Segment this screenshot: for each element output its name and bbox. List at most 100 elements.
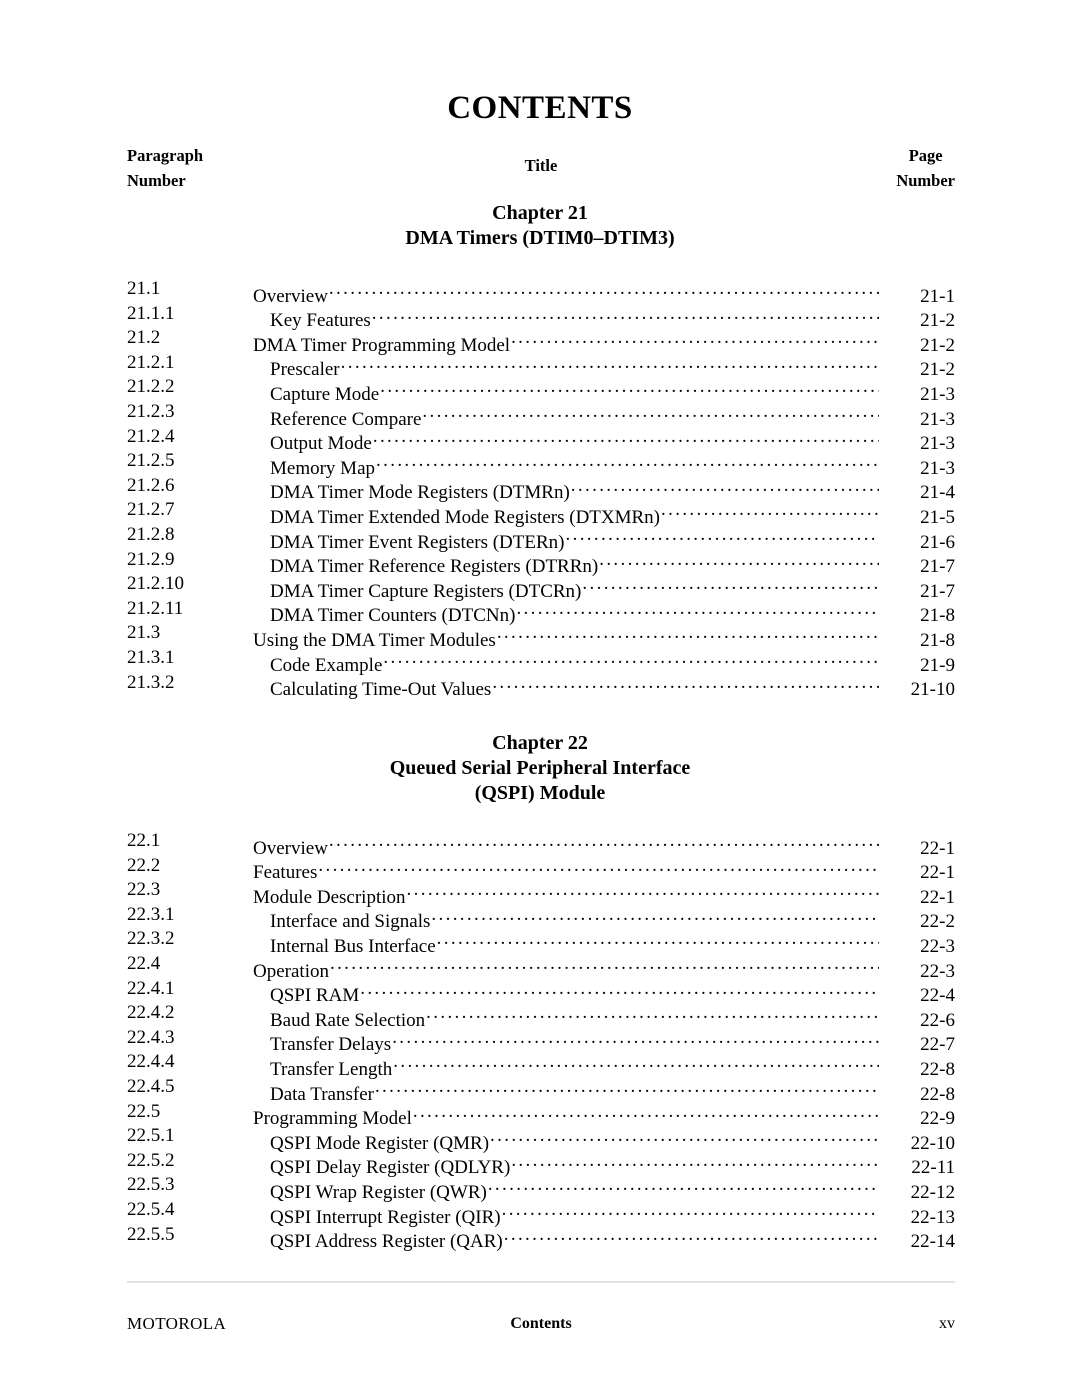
toc-entry-number: 22.3 xyxy=(127,879,161,901)
toc-entry-number: 21.2.5 xyxy=(127,450,175,472)
toc-entry[interactable]: 21.2.5Memory Map21-3 xyxy=(127,449,955,479)
dot-leader xyxy=(383,646,879,671)
toc-entry-page: 21-10 xyxy=(910,679,955,701)
toc-entry[interactable]: 22.5Programming Model22-9 xyxy=(127,1100,955,1130)
toc-entry[interactable]: 21.2.9 DMA Timer Reference Registers (DTR… xyxy=(127,548,955,578)
toc-entry-number: 21.3.2 xyxy=(127,671,175,693)
toc-page: CONTENTS Paragraph Number Title Page Num… xyxy=(0,0,1080,1397)
chapter-title-line: DMA Timers (DTIM0–DTIM3) xyxy=(405,227,675,249)
toc-entry[interactable]: 22.5.2QSPI Delay Register (QDLYR)22-11 xyxy=(127,1149,955,1179)
dot-leader xyxy=(431,903,879,928)
toc-entry-list: 22.1Overview22-122.2Features22-122.3Modu… xyxy=(127,829,955,1253)
footer-page-number: xv xyxy=(939,1315,955,1332)
toc-entry-number: 22.4.2 xyxy=(127,1002,175,1024)
toc-entry[interactable]: 22.5.1QSPI Mode Register (QMR)22-10 xyxy=(127,1124,955,1154)
toc-entry[interactable]: 21.2.10 DMA Timer Capture Registers (DTCR… xyxy=(127,572,955,602)
dot-leader xyxy=(502,1198,879,1223)
toc-entry[interactable]: 22.3Module Description22-1 xyxy=(127,878,955,908)
footer-divider xyxy=(127,1281,955,1283)
toc-entry[interactable]: 21.1Overview21-1 xyxy=(127,277,955,307)
dot-leader xyxy=(511,326,879,351)
footer-section-label: Contents xyxy=(510,1315,572,1332)
toc-entry[interactable]: 22.4.1QSPI RAM22-4 xyxy=(127,977,955,1007)
page-header-line2: Number xyxy=(896,171,955,190)
dot-leader xyxy=(393,1050,879,1075)
toc-entry[interactable]: 22.4.3Transfer Delays22-7 xyxy=(127,1026,955,1056)
dot-leader xyxy=(330,952,879,977)
toc-entry[interactable]: 21.3.1Code Example21-9 xyxy=(127,646,955,676)
toc-entry[interactable]: 21.2.3Reference Compare21-3 xyxy=(127,400,955,430)
toc-entry-number: 22.4.3 xyxy=(127,1026,175,1048)
chapter-number-line: Chapter 22 xyxy=(492,732,588,754)
dot-leader xyxy=(422,400,879,425)
chapter-title-line: Queued Serial Peripheral Interface xyxy=(389,757,691,779)
dot-leader xyxy=(329,829,879,854)
toc-entry[interactable]: 22.5.4QSPI Interrupt Register (QIR)22-13 xyxy=(127,1198,955,1228)
toc-entry[interactable]: 22.4.4Transfer Length22-8 xyxy=(127,1050,955,1080)
toc-entry-number: 21.2.4 xyxy=(127,425,175,447)
page-footer: MOTOROLA Contents xv xyxy=(127,1312,955,1336)
toc-entry-number: 21.2.1 xyxy=(127,351,175,373)
dot-leader xyxy=(318,854,879,879)
chapter-number-line: Chapter 21 xyxy=(492,202,588,224)
toc-entry[interactable]: 21.3.2 Calculating Time-Out Values 21-10 xyxy=(127,671,955,701)
toc-entry[interactable]: 22.5.3QSPI Wrap Register (QWR)22-12 xyxy=(127,1173,955,1203)
toc-entry[interactable]: 21.1.1Key Features21-2 xyxy=(127,302,955,332)
dot-leader xyxy=(372,302,879,327)
toc-entry[interactable]: 21.2.8DMA Timer Event Registers (DTERn)2… xyxy=(127,523,955,553)
dot-leader xyxy=(413,1100,879,1125)
toc-entry-number: 21.2 xyxy=(127,327,161,349)
dot-leader xyxy=(571,474,879,499)
toc-entry-list: 21.1Overview21-121.1.1Key Features21-221… xyxy=(127,277,955,701)
title-column-header: Title xyxy=(524,156,558,175)
dot-leader xyxy=(373,425,879,450)
toc-entry-number: 21.2.3 xyxy=(127,400,175,422)
toc-entry-number: 21.3 xyxy=(127,622,161,644)
toc-entry[interactable]: 21.2.11DMA Timer Counters (DTCNn)21-8 xyxy=(127,597,955,627)
toc-entry[interactable]: 21.2DMA Timer Programming Model21-2 xyxy=(127,326,955,356)
dot-leader xyxy=(599,548,879,573)
toc-entry-number: 22.1 xyxy=(127,830,161,851)
toc-entry[interactable]: 22.3.1Interface and Signals22-2 xyxy=(127,903,955,933)
toc-entry-number: 22.4.4 xyxy=(127,1051,175,1073)
toc-entry-page: 22-14 xyxy=(910,1231,955,1253)
toc-entry-number: 22.4 xyxy=(127,952,161,974)
toc-entry-number: 22.4.1 xyxy=(127,977,175,999)
toc-entry-number: 21.2.9 xyxy=(127,548,175,570)
toc-entry[interactable]: 21.2.7 DMA Timer Extended Mode Registers … xyxy=(127,498,955,528)
toc-entry[interactable]: 22.4Operation22-3 xyxy=(127,952,955,982)
toc-entry[interactable]: 22.5.5 QSPI Address Register (QAR) 22-14 xyxy=(127,1223,955,1253)
toc-entry[interactable]: 22.2Features22-1 xyxy=(127,854,955,884)
toc-entry[interactable]: 21.2.4Output Mode21-3 xyxy=(127,425,955,455)
dot-leader xyxy=(566,523,880,548)
dot-leader xyxy=(360,977,879,1002)
toc-entry[interactable]: 21.3Using the DMA Timer Modules21-8 xyxy=(127,621,955,651)
toc-entry[interactable]: 21.2.2Capture Mode21-3 xyxy=(127,375,955,405)
dot-leader xyxy=(492,671,879,696)
dot-leader xyxy=(488,1173,879,1198)
column-headers: Paragraph Number Title Page Number xyxy=(127,143,955,195)
dot-leader xyxy=(380,375,879,400)
toc-entry-number: 22.5 xyxy=(127,1100,161,1122)
toc-entry[interactable]: 22.1Overview22-1 xyxy=(127,829,955,859)
toc-entry[interactable]: 21.2.1Prescaler21-2 xyxy=(127,351,955,381)
toc-entry-number: 22.2 xyxy=(127,854,161,876)
page-header-line1: Page xyxy=(908,146,943,165)
toc-entry-title: QSPI Address Register (QAR) xyxy=(270,1231,503,1253)
dot-leader xyxy=(516,597,879,622)
toc-entry[interactable]: 22.4.2Baud Rate Selection22-6 xyxy=(127,1001,955,1031)
dot-leader xyxy=(661,498,879,523)
toc-entry-number: 21.2.6 xyxy=(127,474,175,496)
dot-leader xyxy=(490,1124,879,1149)
toc-entry[interactable]: 22.3.2Internal Bus Interface22-3 xyxy=(127,927,955,957)
toc-entry[interactable]: 21.2.6DMA Timer Mode Registers (DTMRn)21… xyxy=(127,474,955,504)
toc-entry-number: 21.2.8 xyxy=(127,523,175,545)
toc-entry-number: 22.5.2 xyxy=(127,1149,175,1171)
toc-entry-number: 22.5.5 xyxy=(127,1223,175,1245)
toc-entry-number: 22.5.1 xyxy=(127,1125,175,1147)
dot-leader xyxy=(497,621,879,646)
toc-entry[interactable]: 22.4.5Data Transfer22-8 xyxy=(127,1075,955,1105)
chapter-heading: Chapter 22 Queued Serial Peripheral Inter… xyxy=(0,731,1080,806)
dot-leader xyxy=(437,927,879,952)
toc-entry-number: 22.4.5 xyxy=(127,1075,175,1097)
